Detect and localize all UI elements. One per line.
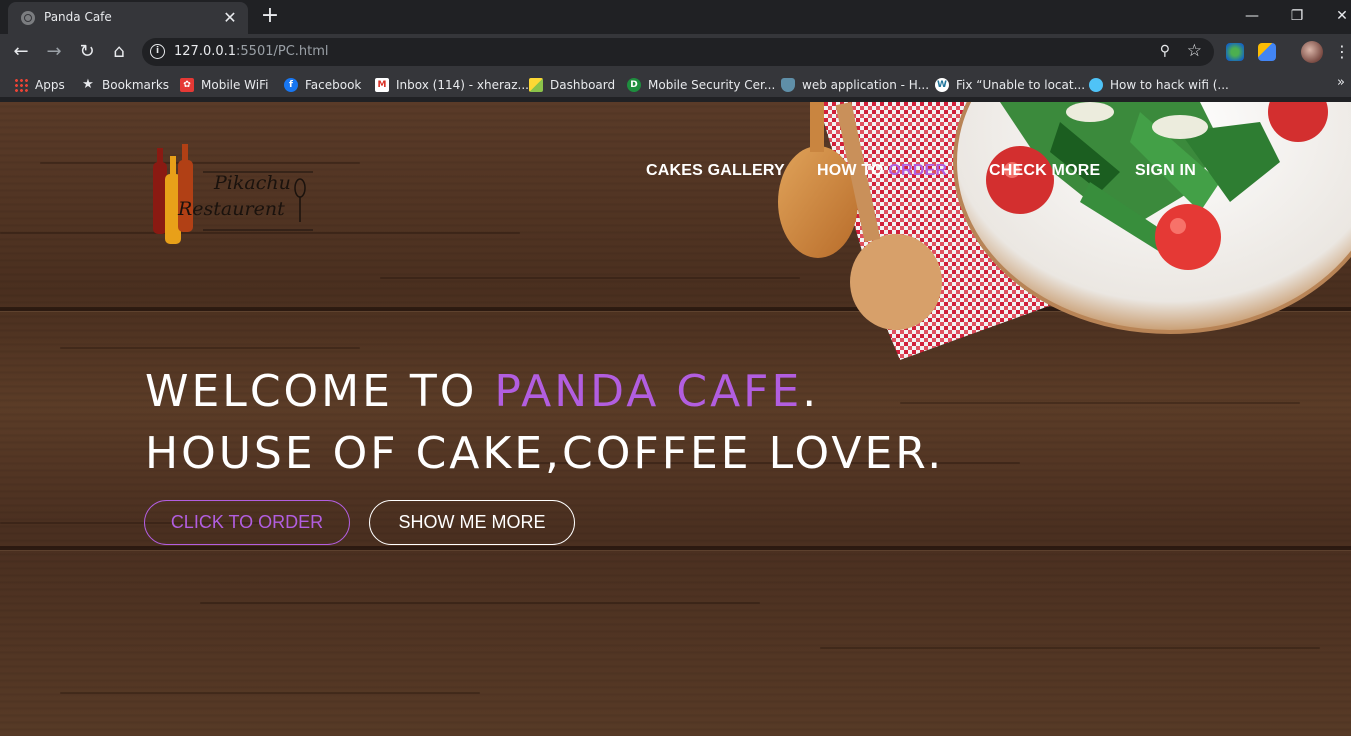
nav-check-more[interactable]: CHECK MORE: [989, 162, 1100, 180]
bookmark-apps[interactable]: Apps: [14, 76, 65, 94]
extension-icon[interactable]: [1258, 43, 1276, 61]
reload-button[interactable]: ↻: [75, 40, 99, 64]
bookmark-bookmarks[interactable]: ★ Bookmarks: [81, 76, 169, 94]
wood-grain: [900, 402, 1300, 404]
browser-toolbar: ← → ↻ ⌂ i 127.0.0.1:5501/PC.html ⚲ ☆ ⋮: [0, 34, 1351, 70]
logo-line1: Pikachu: [214, 172, 291, 194]
apps-grid-icon: [14, 78, 28, 92]
site-logo[interactable]: Pikachu Restaurent: [148, 140, 318, 246]
hero-heading-line1: WELCOME TO PANDA CAFE.: [145, 366, 820, 417]
bookmark-facebook[interactable]: f Facebook: [284, 76, 361, 94]
huawei-icon: ✿: [180, 78, 194, 92]
bookmark-star-icon[interactable]: ☆: [1187, 41, 1202, 61]
dashboard-icon: [529, 78, 543, 92]
wordpress-icon: W: [935, 78, 949, 92]
wood-grain: [380, 277, 800, 279]
browser-tab-strip: Panda Cafe ✕ + — ❐ ✕: [0, 0, 1351, 34]
forward-button[interactable]: →: [42, 40, 66, 64]
page-viewport: Pikachu Restaurent CAKES GALLERY HOW TO …: [0, 102, 1351, 736]
browser-menu-icon[interactable]: ⋮: [1334, 41, 1350, 63]
close-window-button[interactable]: ✕: [1327, 4, 1351, 28]
nav-cakes-gallery[interactable]: CAKES GALLERY: [646, 162, 785, 180]
globe-icon: [21, 11, 35, 25]
click-to-order-button[interactable]: CLICK TO ORDER: [144, 500, 350, 545]
wood-grain: [60, 347, 360, 349]
address-bar[interactable]: i 127.0.0.1:5501/PC.html ⚲ ☆: [142, 38, 1214, 66]
back-button[interactable]: ←: [9, 40, 33, 64]
bookmarks-bar: Apps ★ Bookmarks ✿ Mobile WiFi f Faceboo…: [0, 70, 1351, 98]
wood-grain: [200, 602, 760, 604]
wood-plank-seam: [0, 546, 1351, 550]
bookmark-mobile-security[interactable]: D Mobile Security Cer...: [627, 76, 775, 94]
hacker-icon: [1089, 78, 1103, 92]
more-bookmarks-icon[interactable]: »: [1337, 75, 1345, 90]
home-button[interactable]: ⌂: [107, 40, 131, 64]
show-me-more-button[interactable]: SHOW ME MORE: [369, 500, 575, 545]
browser-tab[interactable]: Panda Cafe ✕: [8, 2, 248, 34]
star-icon: ★: [82, 77, 94, 92]
extension-icon[interactable]: [1226, 43, 1244, 61]
bookmark-hack-wifi[interactable]: How to hack wifi (...: [1089, 76, 1229, 94]
url-text: 127.0.0.1:5501/PC.html: [174, 44, 329, 59]
bookmark-web-application[interactable]: web application - H...: [781, 76, 929, 94]
zoom-icon[interactable]: ⚲: [1160, 43, 1170, 59]
nav-sign-in[interactable]: SIGN IN: [1135, 162, 1196, 180]
bookmark-dashboard[interactable]: Dashboard: [529, 76, 615, 94]
site-info-icon[interactable]: i: [150, 44, 165, 59]
tab-title: Panda Cafe: [44, 10, 112, 24]
minimize-button[interactable]: —: [1237, 4, 1267, 28]
bookmark-fix-unable[interactable]: W Fix “Unable to locat...: [935, 76, 1085, 94]
new-tab-button[interactable]: +: [258, 5, 282, 29]
bookmark-inbox[interactable]: M Inbox (114) - xheraz...: [375, 76, 529, 94]
salad-plate-image: [778, 102, 1351, 360]
restore-button[interactable]: ❐: [1282, 4, 1312, 28]
profile-avatar[interactable]: [1301, 41, 1323, 63]
wood-grain: [820, 647, 1320, 649]
close-tab-icon[interactable]: ✕: [220, 8, 240, 28]
d-icon: D: [627, 78, 641, 92]
wood-grain: [60, 692, 480, 694]
shield-icon: [781, 78, 795, 92]
logo-line2: Restaurent: [178, 198, 285, 220]
bookmark-mobile-wifi[interactable]: ✿ Mobile WiFi: [180, 76, 268, 94]
nav-how-to-order[interactable]: HOW TO ORDER: [817, 162, 947, 180]
hero-heading-line2: HOUSE OF CAKE,COFFEE LOVER.: [145, 428, 945, 479]
facebook-icon: f: [284, 78, 298, 92]
gmail-icon: M: [375, 78, 389, 92]
